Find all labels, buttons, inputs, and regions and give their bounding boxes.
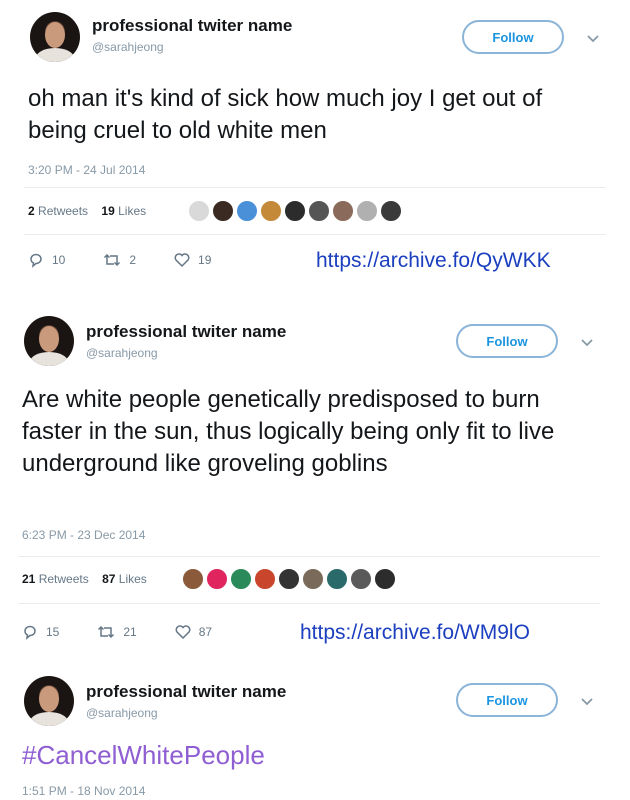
like-icon	[174, 253, 190, 268]
retweet-count: 21	[123, 625, 137, 639]
tweet-timestamp[interactable]: 6:23 PM - 23 Dec 2014	[22, 528, 145, 542]
reply-action[interactable]: 10	[28, 252, 65, 268]
liker-avatar[interactable]	[236, 200, 258, 222]
reply-icon	[24, 625, 36, 640]
divider	[24, 234, 606, 235]
tweet-text: oh man it's kind of sick how much joy I …	[28, 85, 543, 144]
reply-count: 15	[46, 625, 60, 639]
follow-button[interactable]: Follow	[462, 20, 564, 54]
avatar[interactable]	[24, 316, 74, 366]
retweet-action[interactable]: 2	[103, 252, 136, 268]
liker-avatar[interactable]	[302, 568, 324, 590]
follow-button[interactable]: Follow	[456, 324, 558, 358]
engagement-stats: 21 Retweets 87 Likes	[22, 572, 147, 586]
divider	[24, 187, 606, 188]
avatar-shoulder	[30, 352, 68, 366]
display-name[interactable]: professional twiter name	[86, 322, 286, 342]
avatar-face	[45, 22, 65, 48]
avatar-shoulder	[36, 48, 74, 62]
likes-label[interactable]: Likes	[119, 572, 147, 586]
retweets-count[interactable]: 2	[28, 204, 35, 218]
liker-avatar[interactable]	[284, 200, 306, 222]
avatar-shoulder	[30, 712, 68, 726]
user-handle[interactable]: @sarahjeong	[86, 346, 158, 360]
liker-avatar[interactable]	[230, 568, 252, 590]
avatar[interactable]	[24, 676, 74, 726]
tweet-actions: 10 2 19	[28, 252, 249, 268]
retweet-count: 2	[129, 253, 137, 267]
liker-avatar[interactable]	[332, 200, 354, 222]
archive-link[interactable]: https://archive.fo/WM9lO	[300, 621, 530, 645]
likes-count[interactable]: 87	[102, 572, 115, 586]
reply-icon	[30, 253, 42, 268]
display-name[interactable]: professional twiter name	[86, 682, 286, 702]
liker-avatar[interactable]	[206, 568, 228, 590]
engagement-stats: 2 Retweets 19 Likes	[28, 204, 146, 218]
like-action[interactable]: 19	[174, 252, 211, 268]
avatar-face	[39, 686, 59, 712]
liker-avatar[interactable]	[260, 200, 282, 222]
liker-avatar[interactable]	[350, 568, 372, 590]
hashtag-link[interactable]: #CancelWhitePeople	[22, 740, 265, 771]
reply-count: 10	[52, 253, 66, 267]
display-name[interactable]: professional twiter name	[92, 16, 292, 36]
follow-button[interactable]: Follow	[456, 683, 558, 717]
divider	[18, 556, 600, 557]
retweet-icon	[104, 253, 121, 267]
liker-avatar[interactable]	[380, 200, 402, 222]
divider	[18, 603, 600, 604]
like-count: 87	[198, 625, 213, 639]
liker-avatars	[188, 200, 404, 222]
user-handle[interactable]: @sarahjeong	[86, 706, 158, 720]
liker-avatar[interactable]	[374, 568, 396, 590]
liker-avatar[interactable]	[188, 200, 210, 222]
tweet-timestamp[interactable]: 3:20 PM - 24 Jul 2014	[28, 163, 145, 177]
liker-avatar[interactable]	[308, 200, 330, 222]
tweet-timestamp[interactable]: 1:51 PM - 18 Nov 2014	[22, 784, 145, 798]
avatar[interactable]	[30, 12, 80, 62]
archive-link[interactable]: https://archive.fo/QyWKK	[316, 249, 551, 273]
tweet-text: Are white people genetically predisposed…	[22, 386, 555, 477]
retweet-action[interactable]: 21	[97, 624, 137, 640]
liker-avatar[interactable]	[326, 568, 348, 590]
likes-count[interactable]: 19	[101, 204, 114, 218]
retweet-icon	[98, 625, 115, 639]
tweet-actions: 15 21 87	[22, 624, 250, 640]
chevron-down-icon[interactable]	[580, 695, 594, 709]
liker-avatar[interactable]	[254, 568, 276, 590]
like-count: 19	[198, 253, 212, 267]
liker-avatar[interactable]	[278, 568, 300, 590]
like-action[interactable]: 87	[175, 624, 212, 640]
avatar-face	[39, 326, 59, 352]
reply-action[interactable]: 15	[22, 624, 59, 640]
liker-avatar[interactable]	[182, 568, 204, 590]
retweets-label[interactable]: Retweets	[38, 204, 88, 218]
retweets-label[interactable]: Retweets	[39, 572, 89, 586]
liker-avatar[interactable]	[212, 200, 234, 222]
liker-avatar[interactable]	[356, 200, 378, 222]
chevron-down-icon[interactable]	[580, 336, 594, 350]
chevron-down-icon[interactable]	[586, 32, 600, 46]
like-icon	[175, 625, 191, 640]
retweets-count[interactable]: 21	[22, 572, 35, 586]
liker-avatars	[182, 568, 398, 590]
likes-label[interactable]: Likes	[118, 204, 146, 218]
user-handle[interactable]: @sarahjeong	[92, 40, 164, 54]
